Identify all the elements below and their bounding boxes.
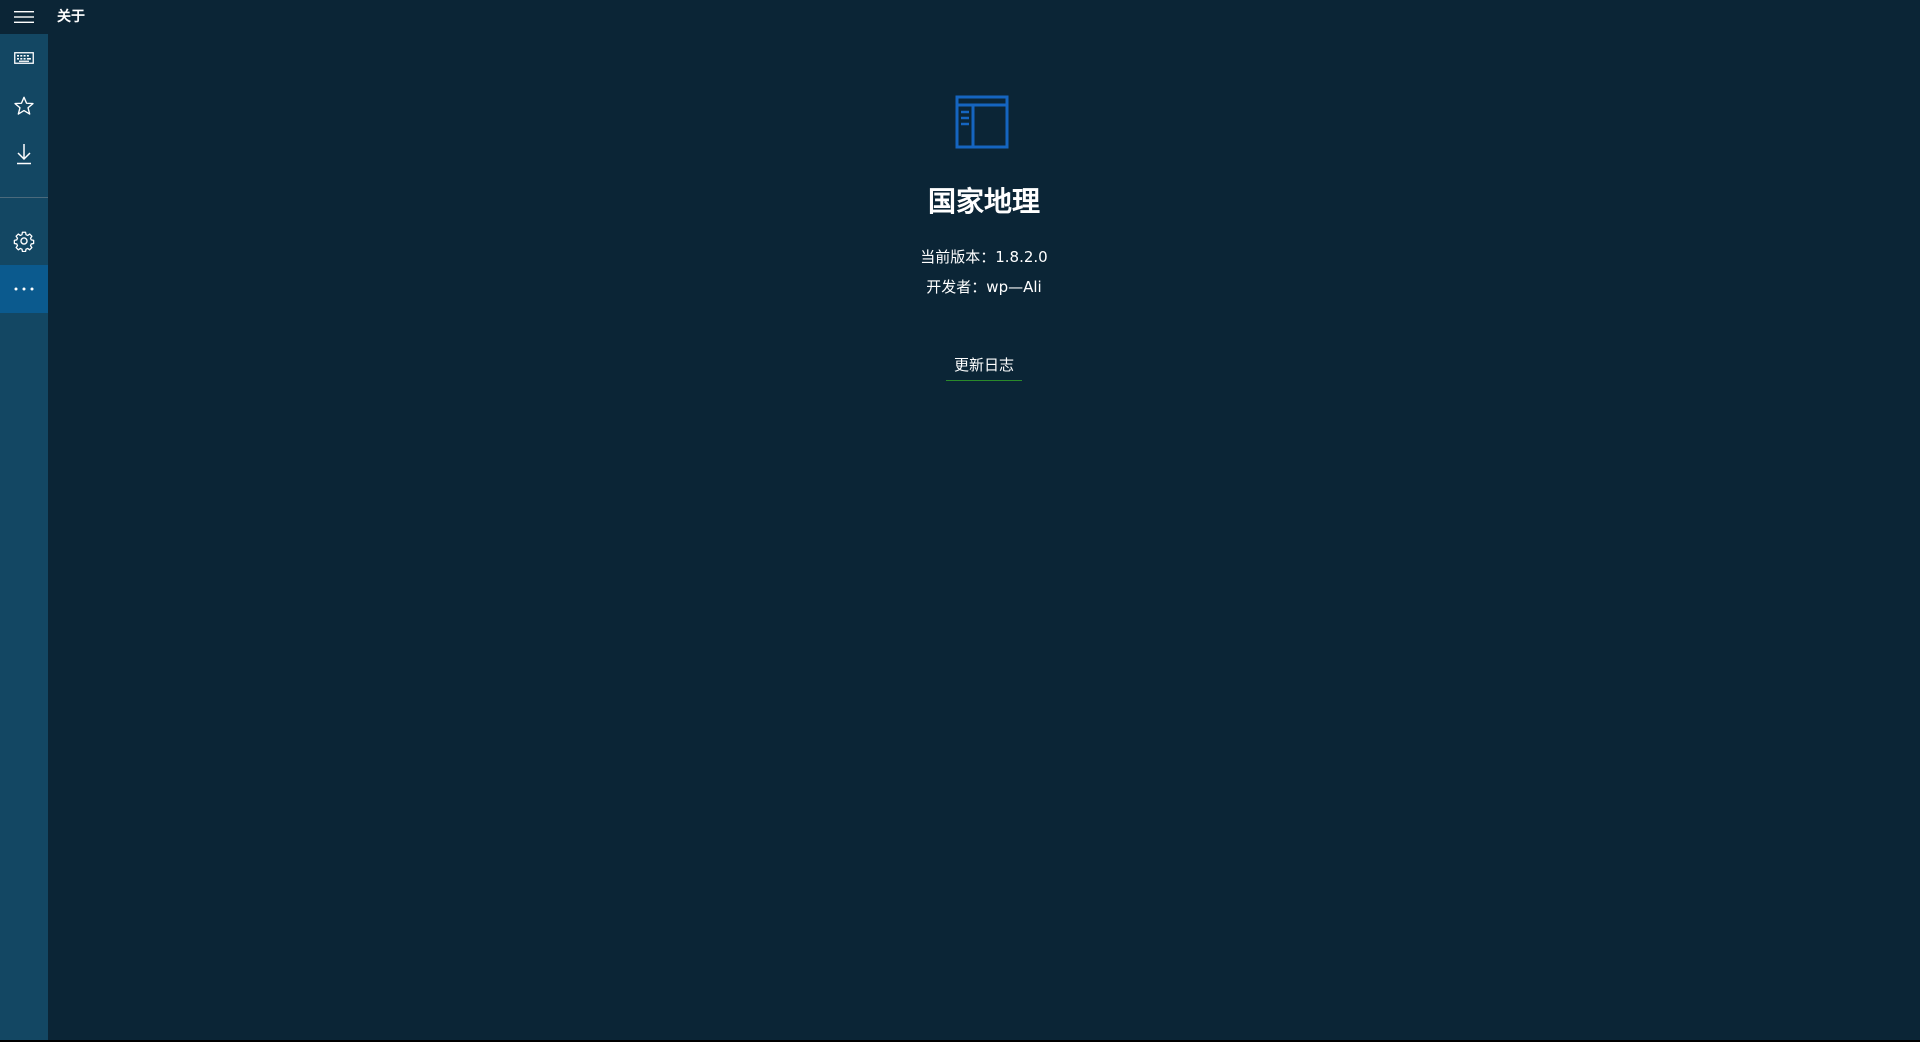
sidebar-item-more[interactable] [0,265,48,313]
sidebar-item-favorites[interactable] [0,82,48,130]
changelog-link[interactable]: 更新日志 [946,353,1022,381]
hamburger-menu-icon [14,11,34,23]
app-window-icon [955,95,1009,149]
sidebar-divider [0,197,48,198]
more-icon [14,287,34,291]
sidebar-item-downloads[interactable] [0,130,48,178]
gear-icon [13,231,35,252]
star-icon [14,96,34,115]
app-window: 关于 国家地理 当前版本：1.8.2.0 开发者：wp—Ali 更新日志 [0,0,1920,1040]
page-title: 关于 [57,9,85,25]
keyboard-icon [14,52,34,64]
download-icon [17,144,31,165]
version-label: 当前版本：1.8.2.0 [920,248,1048,266]
hamburger-menu-button[interactable] [0,0,48,34]
title-bar: 关于 [0,0,1920,34]
sidebar-item-keyboard[interactable] [0,34,48,82]
sidebar-item-settings[interactable] [0,217,48,265]
sidebar [0,34,48,1040]
developer-label: 开发者：wp—Ali [926,278,1042,296]
about-page: 国家地理 当前版本：1.8.2.0 开发者：wp—Ali 更新日志 [48,34,1920,1040]
app-name: 国家地理 [927,185,1040,218]
